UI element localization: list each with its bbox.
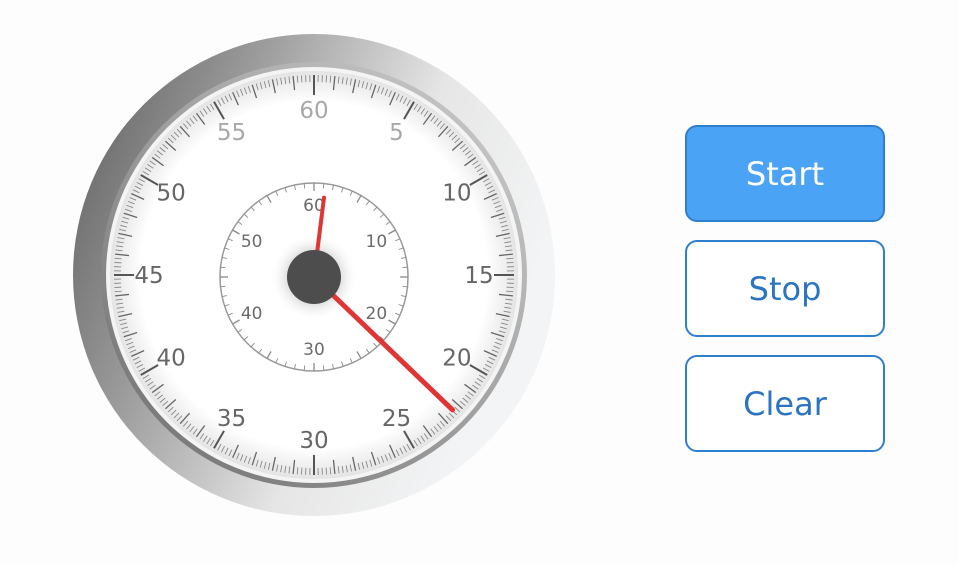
inner-label: 30 [303,340,325,360]
inner-tick [303,183,306,189]
outer-label: 60 [299,98,328,124]
outer-label: 20 [442,346,471,372]
stop-button[interactable]: Stop [685,240,885,337]
outer-label: 10 [442,181,471,207]
inner-tick [402,285,408,288]
center-hub [287,250,341,304]
inner-label: 40 [241,304,263,324]
inner-tick [220,285,226,288]
outer-label: 35 [217,406,246,432]
clear-button[interactable]: Clear [685,355,885,452]
inner-label: 10 [366,232,388,252]
outer-label: 55 [217,120,246,146]
outer-tick [506,290,514,293]
inner-label: 20 [366,304,388,324]
stopwatch-dial: 60510152025303540455055 601020304050 [73,34,555,516]
outer-label: 45 [134,263,163,289]
inner-label: 50 [241,232,263,252]
outer-label: 50 [156,181,185,207]
outer-label: 15 [464,263,493,289]
inner-tick [220,266,226,269]
outer-tick [114,257,122,260]
outer-label: 25 [382,406,411,432]
outer-label: 40 [156,346,185,372]
inner-tick [303,365,306,371]
outer-label: 30 [299,428,328,454]
outer-tick [296,467,299,475]
outer-tick [506,257,514,260]
inner-tick [402,266,408,269]
outer-tick [114,290,122,293]
outer-tick [296,75,299,83]
start-button[interactable]: Start [685,125,885,222]
inner-tick [322,365,325,371]
outer-tick [329,467,332,475]
outer-label: 5 [389,120,404,146]
inner-tick [322,183,325,189]
outer-tick [329,75,332,83]
